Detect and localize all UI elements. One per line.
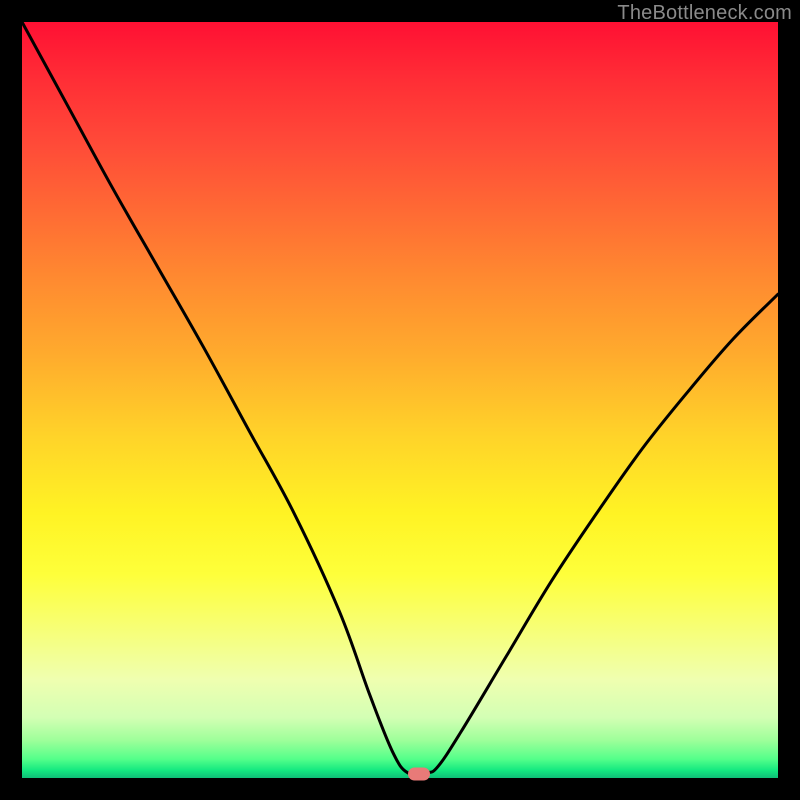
attribution-label: TheBottleneck.com [617, 2, 792, 25]
plot-area [22, 22, 778, 778]
optimal-point-marker [408, 768, 430, 781]
chart-frame: TheBottleneck.com [0, 0, 800, 800]
bottleneck-curve [22, 22, 778, 778]
